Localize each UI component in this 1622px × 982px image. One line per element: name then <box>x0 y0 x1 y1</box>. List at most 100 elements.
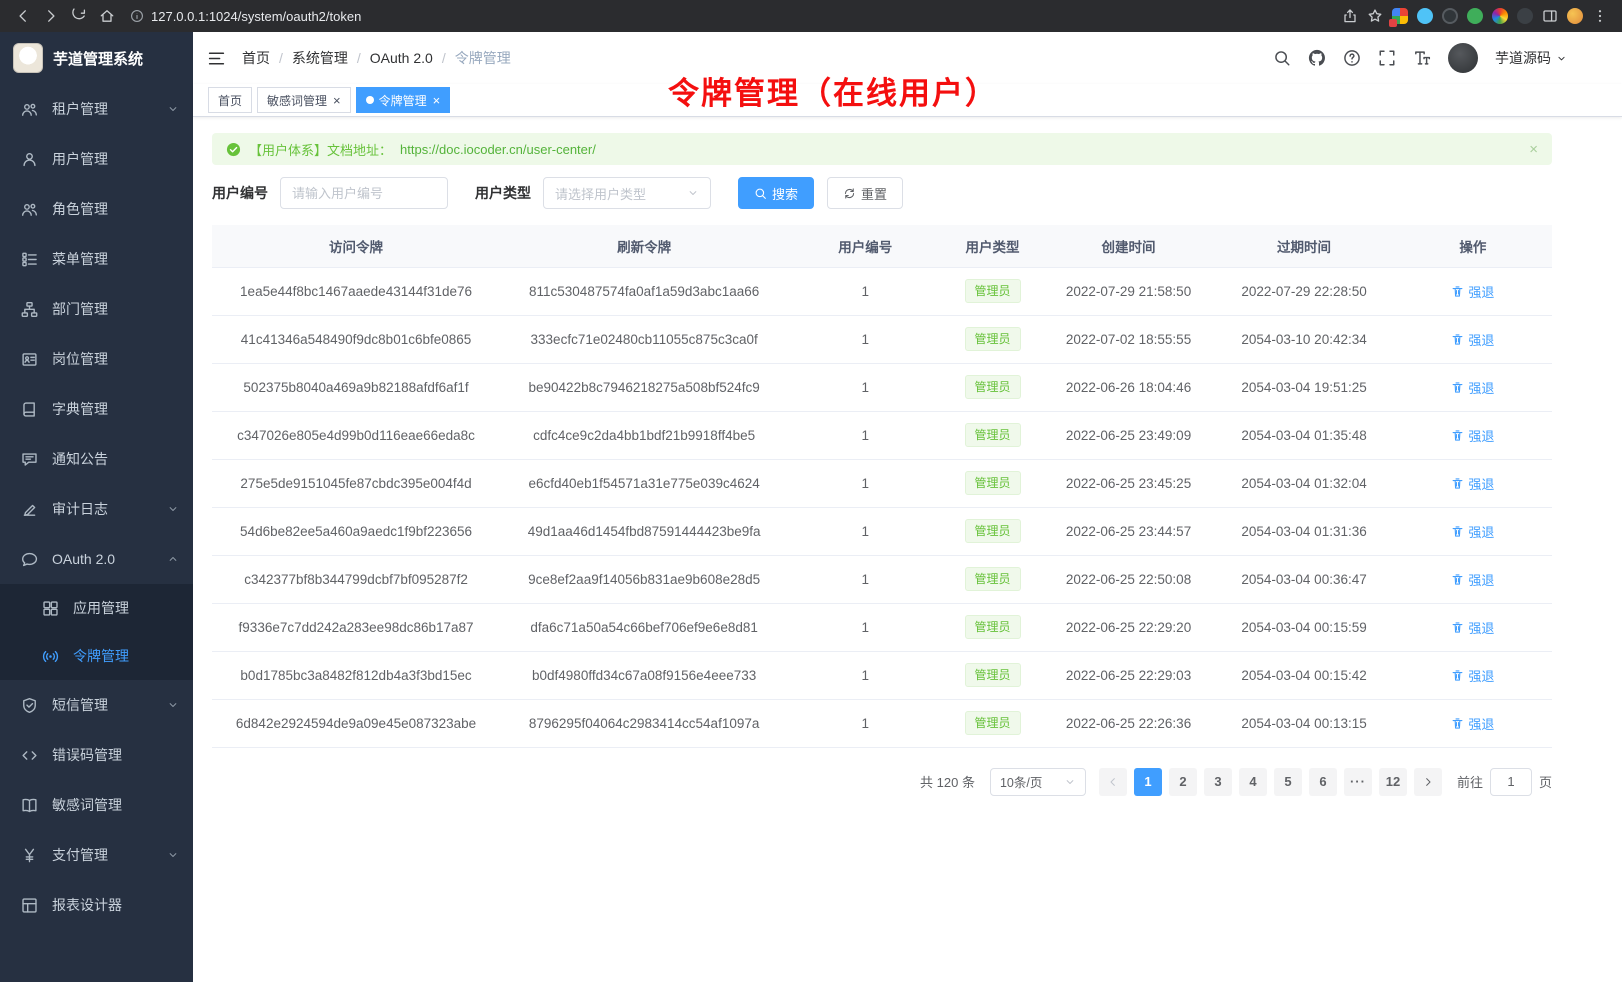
address-bar[interactable]: 127.0.0.1:1024/system/oauth2/token <box>130 9 1332 24</box>
force-logout-button[interactable]: 强退 <box>1451 426 1494 445</box>
tab-label: 令牌管理 <box>379 92 427 109</box>
browser-menu-icon[interactable] <box>1592 8 1608 24</box>
page-button-5[interactable]: 5 <box>1274 768 1302 796</box>
force-logout-button[interactable]: 强退 <box>1451 618 1494 637</box>
page-button-4[interactable]: 4 <box>1239 768 1267 796</box>
tab-label: 首页 <box>218 92 242 109</box>
sidebar-item-sensitive-word[interactable]: 敏感词管理 <box>0 780 193 830</box>
page-size-select[interactable]: 10条/页 <box>990 768 1086 796</box>
sidebar-item-label: 通知公告 <box>52 449 108 469</box>
force-logout-button[interactable]: 强退 <box>1451 474 1494 493</box>
reload-icon[interactable] <box>66 3 92 29</box>
force-logout-icon <box>1451 285 1464 298</box>
sidebar-item-pay[interactable]: 支付管理 <box>0 830 193 880</box>
home-icon[interactable] <box>94 3 120 29</box>
browser-profile-avatar[interactable] <box>1567 8 1583 24</box>
tab-sensitive-word[interactable]: 敏感词管理× <box>257 87 351 113</box>
user-id-cell: 1 <box>788 315 942 363</box>
sidebar-item-report[interactable]: 报表设计器 <box>0 880 193 930</box>
force-logout-button[interactable]: 强退 <box>1451 378 1494 397</box>
prev-page-button[interactable] <box>1099 768 1127 796</box>
close-icon[interactable]: × <box>333 94 341 107</box>
breadcrumb-item[interactable]: 首页 <box>242 48 270 68</box>
user-type-badge: 管理员 <box>965 519 1021 543</box>
goto-page: 前往页 <box>1457 768 1552 796</box>
tab-home[interactable]: 首页 <box>208 87 252 113</box>
tab-token[interactable]: 令牌管理 × <box>356 87 451 113</box>
force-logout-button[interactable]: 强退 <box>1451 666 1494 685</box>
sidebar-item-audit-log[interactable]: 审计日志 <box>0 484 193 534</box>
extension-icon[interactable] <box>1517 8 1533 24</box>
force-logout-button[interactable]: 强退 <box>1451 282 1494 301</box>
side-panel-icon[interactable] <box>1542 8 1558 24</box>
user-id-cell: 1 <box>788 459 942 507</box>
breadcrumb-item[interactable]: OAuth 2.0 <box>370 50 433 66</box>
user-avatar[interactable] <box>1448 43 1478 73</box>
sidebar-item-label: 菜单管理 <box>52 249 108 269</box>
site-info-icon[interactable] <box>130 9 144 23</box>
sidebar-item-notice[interactable]: 通知公告 <box>0 434 193 484</box>
goto-label: 前往 <box>1457 772 1483 791</box>
expire-time-cell: 2054-03-04 00:15:59 <box>1214 603 1394 651</box>
force-logout-button[interactable]: 强退 <box>1451 330 1494 349</box>
help-icon[interactable] <box>1343 49 1361 67</box>
force-logout-button[interactable]: 强退 <box>1451 522 1494 541</box>
user-id-input[interactable] <box>280 177 448 209</box>
github-icon[interactable] <box>1308 49 1326 67</box>
sidebar-item-post[interactable]: 岗位管理 <box>0 334 193 384</box>
user-type-select[interactable]: 请选择用户类型 <box>543 177 711 209</box>
page-button-1[interactable]: 1 <box>1134 768 1162 796</box>
header-actions: 芋道源码 <box>1273 43 1567 73</box>
sidebar-item-label: 错误码管理 <box>52 745 122 765</box>
page-size-value: 10条/页 <box>1000 772 1042 791</box>
extension-icon[interactable] <box>1442 8 1458 24</box>
extension-icon[interactable] <box>1392 8 1408 24</box>
filter-bar: 用户编号 用户类型 请选择用户类型 搜索 重置 <box>212 177 1552 209</box>
sidebar-item-oauth[interactable]: OAuth 2.0 <box>0 534 193 584</box>
goto-page-input[interactable] <box>1490 768 1532 796</box>
close-icon[interactable]: × <box>433 94 441 107</box>
back-icon[interactable] <box>10 3 36 29</box>
sidebar-item-token[interactable]: 令牌管理 <box>0 632 193 680</box>
extension-icon[interactable] <box>1417 8 1433 24</box>
sidebar-item-label: 应用管理 <box>73 598 129 618</box>
user-menu[interactable]: 芋道源码 <box>1495 48 1567 68</box>
app-logo[interactable]: 芋道管理系统 <box>0 32 193 84</box>
sidebar-item-tenant[interactable]: 租户管理 <box>0 84 193 134</box>
share-icon[interactable] <box>1342 8 1358 24</box>
breadcrumb-item[interactable]: 系统管理 <box>292 48 348 68</box>
bookmark-star-icon[interactable] <box>1367 8 1383 24</box>
page-button-2[interactable]: 2 <box>1169 768 1197 796</box>
next-page-button[interactable] <box>1414 768 1442 796</box>
close-icon[interactable]: × <box>1529 142 1538 157</box>
fullscreen-icon[interactable] <box>1378 49 1396 67</box>
sidebar-item-menu[interactable]: 菜单管理 <box>0 234 193 284</box>
force-logout-button[interactable]: 强退 <box>1451 570 1494 589</box>
forward-icon[interactable] <box>38 3 64 29</box>
reset-button[interactable]: 重置 <box>827 177 903 209</box>
access-token-cell: f9336e7c7dd242a283ee98dc86b17a87 <box>212 603 500 651</box>
page-button-6[interactable]: 6 <box>1309 768 1337 796</box>
sidebar-item-dept[interactable]: 部门管理 <box>0 284 193 334</box>
sidebar-menu: 租户管理用户管理角色管理菜单管理部门管理岗位管理字典管理通知公告审计日志OAut… <box>0 84 193 982</box>
breadcrumb-separator: / <box>357 50 361 66</box>
doc-link[interactable]: https://doc.iocoder.cn/user-center/ <box>400 142 596 157</box>
sidebar-item-role[interactable]: 角色管理 <box>0 184 193 234</box>
more-pages-button[interactable]: ··· <box>1344 768 1372 796</box>
sidebar-item-sms[interactable]: 短信管理 <box>0 680 193 730</box>
extension-icon[interactable] <box>1492 8 1508 24</box>
search-button[interactable]: 搜索 <box>738 177 814 209</box>
sidebar-item-app[interactable]: 应用管理 <box>0 584 193 632</box>
page-button-3[interactable]: 3 <box>1204 768 1232 796</box>
create-time-cell: 2022-07-29 21:58:50 <box>1043 267 1215 315</box>
sidebar-toggle-icon[interactable] <box>207 49 226 68</box>
force-logout-button[interactable]: 强退 <box>1451 714 1494 733</box>
extension-icon[interactable] <box>1467 8 1483 24</box>
page-button-12[interactable]: 12 <box>1379 768 1407 796</box>
search-icon[interactable] <box>1273 49 1291 67</box>
sidebar-item-user[interactable]: 用户管理 <box>0 134 193 184</box>
table-row: 41c41346a548490f9dc8b01c6bfe0865333ecfc7… <box>212 315 1552 363</box>
sidebar-item-dict[interactable]: 字典管理 <box>0 384 193 434</box>
font-size-icon[interactable] <box>1413 49 1431 67</box>
sidebar-item-error-code[interactable]: 错误码管理 <box>0 730 193 780</box>
